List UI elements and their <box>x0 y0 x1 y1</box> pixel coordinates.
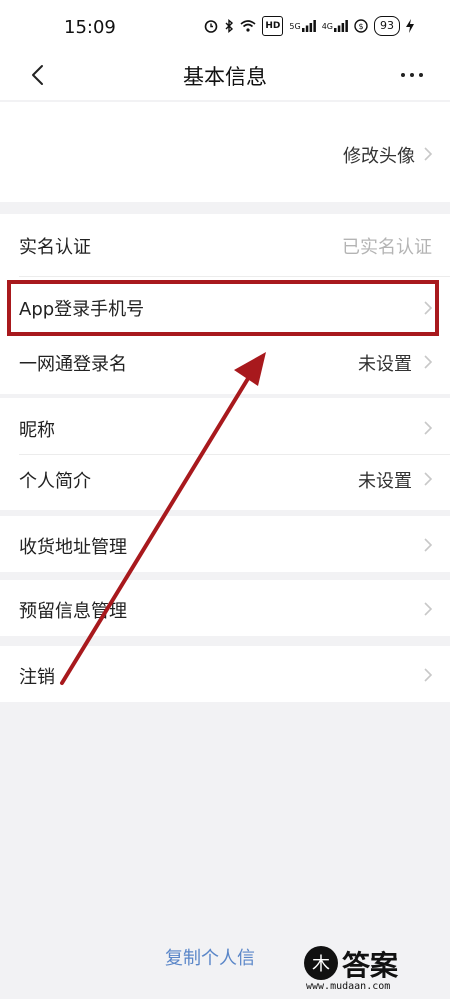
change-avatar-label: 修改头像 <box>343 146 415 167</box>
watermark-url: www.mudaan.com <box>306 981 391 992</box>
address-section: 收货地址管理 <box>0 516 450 572</box>
login-name-row[interactable]: 一网通登录名 未设置 <box>0 336 450 392</box>
cancel-account-row[interactable]: 注销 <box>0 646 450 702</box>
bluetooth-icon <box>224 17 234 35</box>
more-dot-icon <box>419 73 423 77</box>
app-phone-row[interactable]: App登录手机号 <box>0 280 450 336</box>
charging-icon <box>406 17 414 35</box>
more-options-button[interactable] <box>392 58 432 92</box>
status-time: 15:09 <box>64 17 116 38</box>
bio-row[interactable]: 个人简介 未设置 <box>0 455 450 510</box>
cancel-account-section: 注销 <box>0 646 450 702</box>
chevron-right-icon <box>423 146 433 162</box>
chevron-right-icon <box>423 420 433 436</box>
status-icons: HD 5G 4G $ 93 <box>204 16 414 36</box>
bio-label: 个人简介 <box>19 471 91 492</box>
change-avatar-row[interactable]: 修改头像 <box>0 102 450 202</box>
account-section: 实名认证 已实名认证 App登录手机号 一网通登录名 未设置 <box>0 214 450 394</box>
nickname-label: 昵称 <box>19 420 55 441</box>
page-title: 基本信息 <box>183 65 267 89</box>
signal-4g-icon: 4G <box>322 17 348 35</box>
reserved-info-label: 预留信息管理 <box>19 601 127 622</box>
watermark-logo-icon: 木 <box>304 946 338 980</box>
copy-personal-info-link[interactable]: 复制个人信 <box>165 944 255 970</box>
cancel-account-label: 注销 <box>19 667 55 688</box>
signal-5g-label: 5G <box>289 21 301 31</box>
svg-text:$: $ <box>358 22 363 31</box>
real-name-status: 已实名认证 <box>342 237 432 258</box>
shield-icon: $ <box>354 17 368 35</box>
more-dot-icon <box>401 73 405 77</box>
chevron-right-icon <box>423 537 433 553</box>
screen: 15:09 HD 5G 4G $ 93 基本信息 修改头像 实名认证 已实名认证… <box>0 0 450 999</box>
chevron-right-icon <box>423 601 433 617</box>
chevron-right-icon <box>423 354 433 370</box>
real-name-row[interactable]: 实名认证 已实名认证 <box>0 214 450 276</box>
chevron-right-icon <box>423 471 433 487</box>
alarm-icon <box>204 17 218 35</box>
nav-bar: 基本信息 <box>0 50 450 100</box>
chevron-right-icon <box>423 667 433 683</box>
status-bar: 15:09 HD 5G 4G $ 93 <box>0 0 450 50</box>
signal-5g-icon: 5G <box>289 17 316 35</box>
reserved-info-section: 预留信息管理 <box>0 580 450 636</box>
chevron-right-icon <box>423 300 433 316</box>
battery-icon: 93 <box>374 16 400 36</box>
divider <box>19 276 450 277</box>
profile-section: 昵称 个人简介 未设置 <box>0 398 450 510</box>
wifi-icon <box>240 17 256 35</box>
signal-4g-label: 4G <box>321 21 333 31</box>
reserved-info-row[interactable]: 预留信息管理 <box>0 580 450 636</box>
nickname-row[interactable]: 昵称 <box>0 398 450 454</box>
address-row[interactable]: 收货地址管理 <box>0 516 450 572</box>
login-name-label: 一网通登录名 <box>19 354 127 375</box>
real-name-label: 实名认证 <box>19 237 91 258</box>
login-name-value: 未设置 <box>358 354 412 375</box>
avatar-section: 修改头像 <box>0 102 450 202</box>
bio-value: 未设置 <box>358 471 412 492</box>
app-phone-label: App登录手机号 <box>19 299 145 320</box>
hd-badge: HD <box>262 16 284 36</box>
watermark: 木 答案 www.mudaan.com <box>296 946 446 996</box>
watermark-text: 答案 <box>342 949 399 982</box>
more-dot-icon <box>410 73 414 77</box>
address-label: 收货地址管理 <box>19 537 127 558</box>
